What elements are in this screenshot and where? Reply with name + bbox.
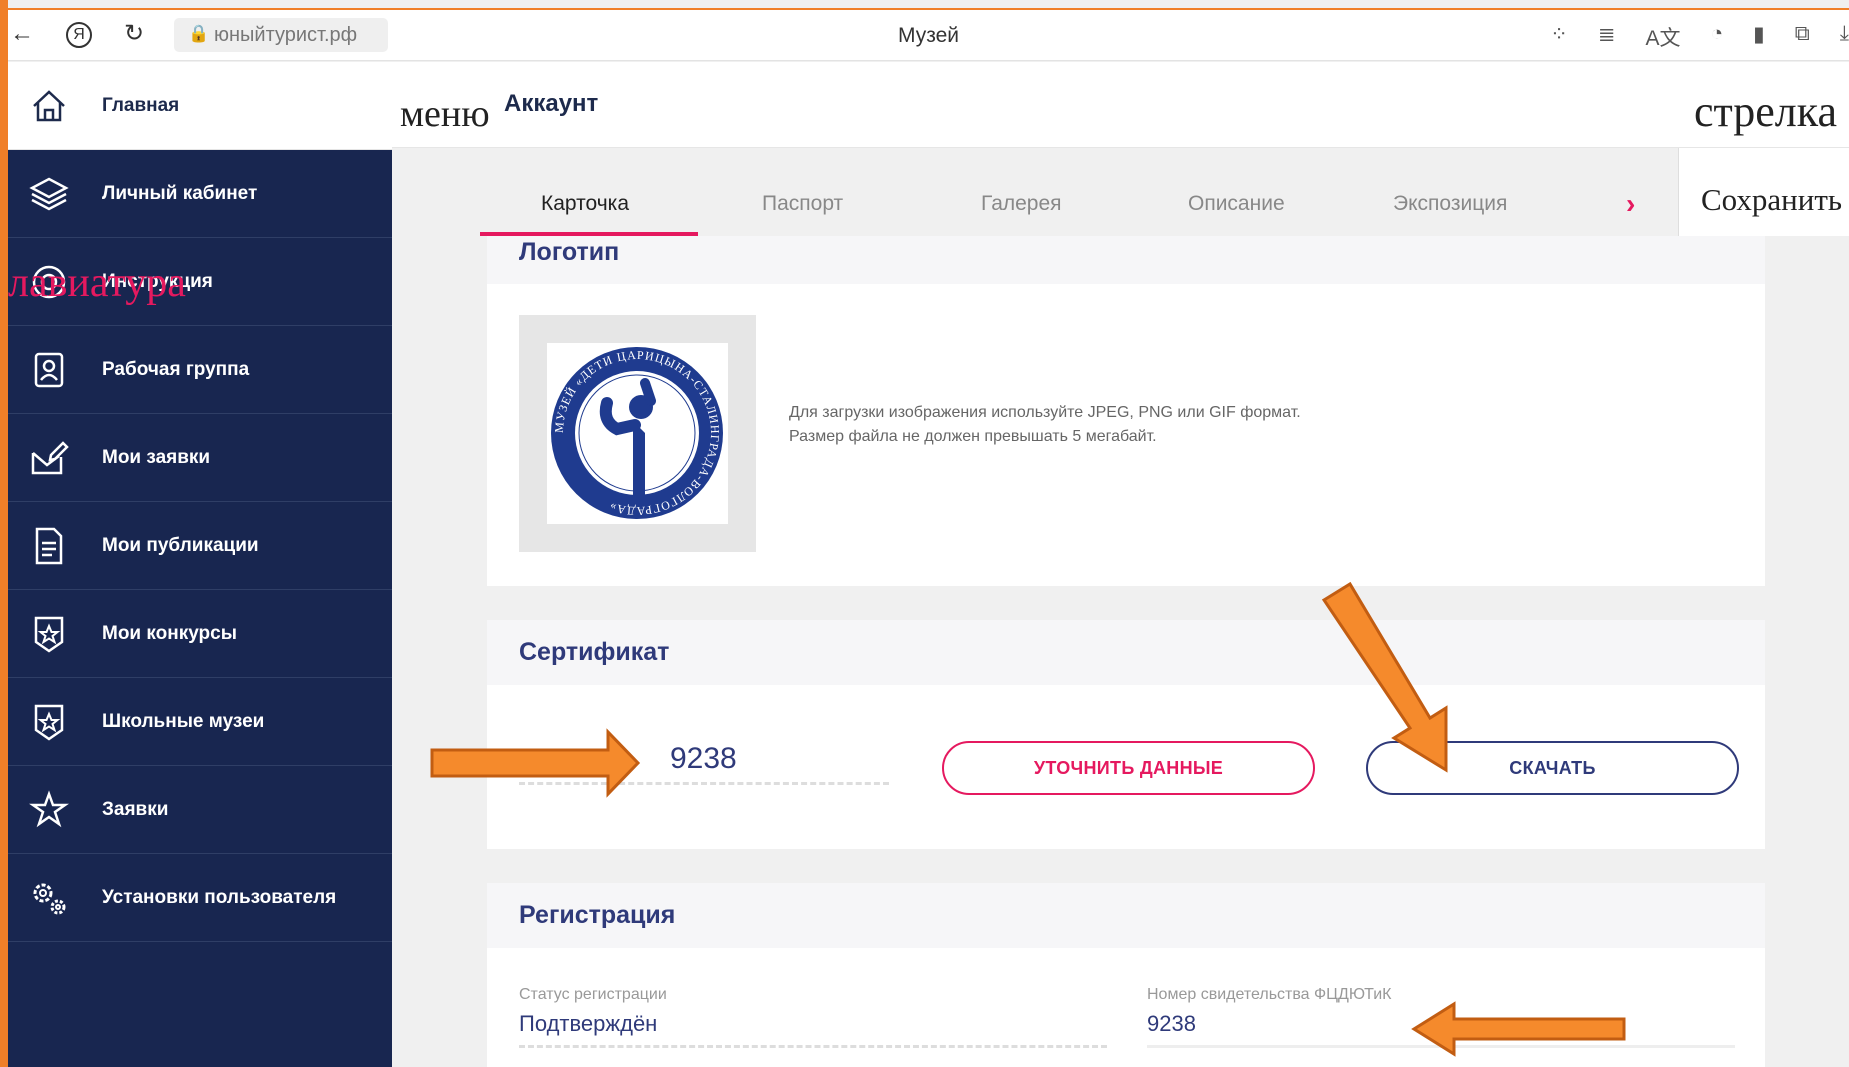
document-icon [28,525,70,567]
tab-description[interactable]: Описание [1188,192,1285,216]
save-button[interactable]: Сохранить [1678,148,1849,236]
sidebar-item-cabinet[interactable]: Личный кабинет [8,150,392,238]
upload-hint-line-2: Размер файла не должен превышать 5 мегаб… [789,428,1157,445]
star-burst-icon [28,789,70,831]
museum-logo: МУЗЕЙ «ДЕТИ ЦАРИЦЫНА-СТАЛИНГРАДА-ВОЛГОГР… [547,343,728,524]
certificate-card: Сертификат 9238 УТОЧНИТЬ ДАННЫЕ СКАЧАТЬ [487,620,1765,849]
reload-icon[interactable]: ↻ [124,22,144,46]
page-header: меню Аккаунт стрелка [392,62,1849,148]
upload-hint-line-1: Для загрузки изображения используйте JPE… [789,404,1301,421]
tab-gallery[interactable]: Галерея [981,192,1062,216]
home-icon [28,85,70,127]
cert-number-value: 9238 [1147,1011,1196,1036]
layers-icon [28,173,70,215]
sidebar-item-school-museums[interactable]: Школьные музеи [8,678,392,766]
browser-tools: ⁘ ≣ A文 ◔ ▮ ⧉ ⤓ [1550,22,1849,52]
save-label: Сохранить [1701,182,1843,217]
star-shield-icon [28,613,70,655]
browser-toolbar: ← Я ↻ 🔒 юныйтурист.рф Музей ⁘ ≣ A文 ◔ ▮ ⧉… [8,8,1849,61]
collections-icon[interactable]: ⧉ [1795,22,1810,52]
logo-card: Логотип МУЗЕЙ «ДЕТИ ЦАРИЦЫНА-СТАЛИНГРАДА… [487,236,1765,586]
sidebar-item-label: Школьные музеи [102,710,265,732]
sidebar-item-label: Мои заявки [102,446,211,468]
annotation-arrow-down-icon [1321,581,1448,773]
sidebar-item-my-requests[interactable]: Мои заявки [8,414,392,502]
page-title: Аккаунт [504,90,599,117]
tab-exposition[interactable]: Экспозиция [1393,192,1507,216]
annotation-arrow-left-icon [1411,1001,1626,1057]
certificate-number: 9238 [670,742,737,775]
back-arrow-icon[interactable]: ← [10,22,34,46]
yandex-icon[interactable]: Я [66,22,92,48]
sidebar-item-label: Мои конкурсы [102,622,237,644]
badge-icon [28,349,70,391]
page: ← Я ↻ 🔒 юныйтурист.рф Музей ⁘ ≣ A文 ◔ ▮ ⧉… [0,0,1849,1067]
sidebar-item-publications[interactable]: Мои публикации [8,502,392,590]
sidebar-item-label: Рабочая группа [102,358,250,380]
annotation-arrow-right-icon [430,728,641,798]
annotation-menu-text: меню [400,93,490,135]
tab-bar: Карточка Паспорт Галерея Описание Экспоз… [392,148,1682,236]
sidebar: Главная Личный кабинет Инструкция Рабоча… [8,62,392,1067]
cert-number-label: Номер свидетельства ФЦДЮТиК [1147,986,1392,1003]
sidebar-item-label: Заявки [102,798,169,820]
annotation-arrow-text: стрелка [1693,87,1837,136]
tab-passport[interactable]: Паспорт [762,192,843,216]
url-text: юныйтурист.рф [214,23,358,46]
certificate-section-title: Сертификат [519,638,670,666]
reader-icon[interactable]: ≣ [1598,22,1616,52]
status-underline [519,1045,1107,1048]
logo-section-title: Логотип [519,238,620,266]
clarify-data-button[interactable]: УТОЧНИТЬ ДАННЫЕ [942,741,1315,795]
gears-icon [28,877,70,919]
bookmark-icon[interactable]: ▮ [1753,22,1765,52]
sidebar-item-contests[interactable]: Мои конкурсы [8,590,392,678]
sidebar-item-label: Установки пользователя [102,886,337,908]
annotation-keyboard-text: лавиатура [8,260,186,306]
sidebar-item-applications[interactable]: Заявки [8,766,392,854]
sidebar-item-workgroup[interactable]: Рабочая группа [8,326,392,414]
status-value: Подтверждён [519,1011,658,1036]
envelope-edit-icon [28,437,70,479]
tab-title: Музей [897,24,960,47]
tab-card[interactable]: Карточка [541,192,629,216]
status-label: Статус регистрации [519,986,667,1003]
sidebar-item-label: Мои публикации [102,534,259,556]
museum-emblem-icon: МУЗЕЙ «ДЕТИ ЦАРИЦЫНА-СТАЛИНГРАДА-ВОЛГОГР… [551,347,723,519]
address-bar[interactable]: 🔒 юныйтурист.рф [174,18,388,52]
orange-frame-edge [0,0,8,1067]
sidebar-item-label: Личный кабинет [102,182,258,204]
translate-icon[interactable]: A文 [1645,22,1680,52]
sidebar-item-home[interactable]: Главная [8,62,392,150]
chevron-right-icon[interactable]: › [1626,188,1635,220]
download-icon[interactable]: ⤓ [1840,22,1849,52]
logo-upload-area[interactable]: МУЗЕЙ «ДЕТИ ЦАРИЦЫНА-СТАЛИНГРАДА-ВОЛГОГР… [519,315,756,552]
sidebar-item-label: Главная [102,94,180,116]
lock-icon: 🔒 [188,24,210,43]
sidebar-item-user-settings[interactable]: Установки пользователя [8,854,392,942]
notifications-icon[interactable]: ◔ [1710,22,1723,52]
apps-icon[interactable]: ⁘ [1550,22,1568,52]
star-shield-icon [28,701,70,743]
registration-section-title: Регистрация [519,901,676,929]
